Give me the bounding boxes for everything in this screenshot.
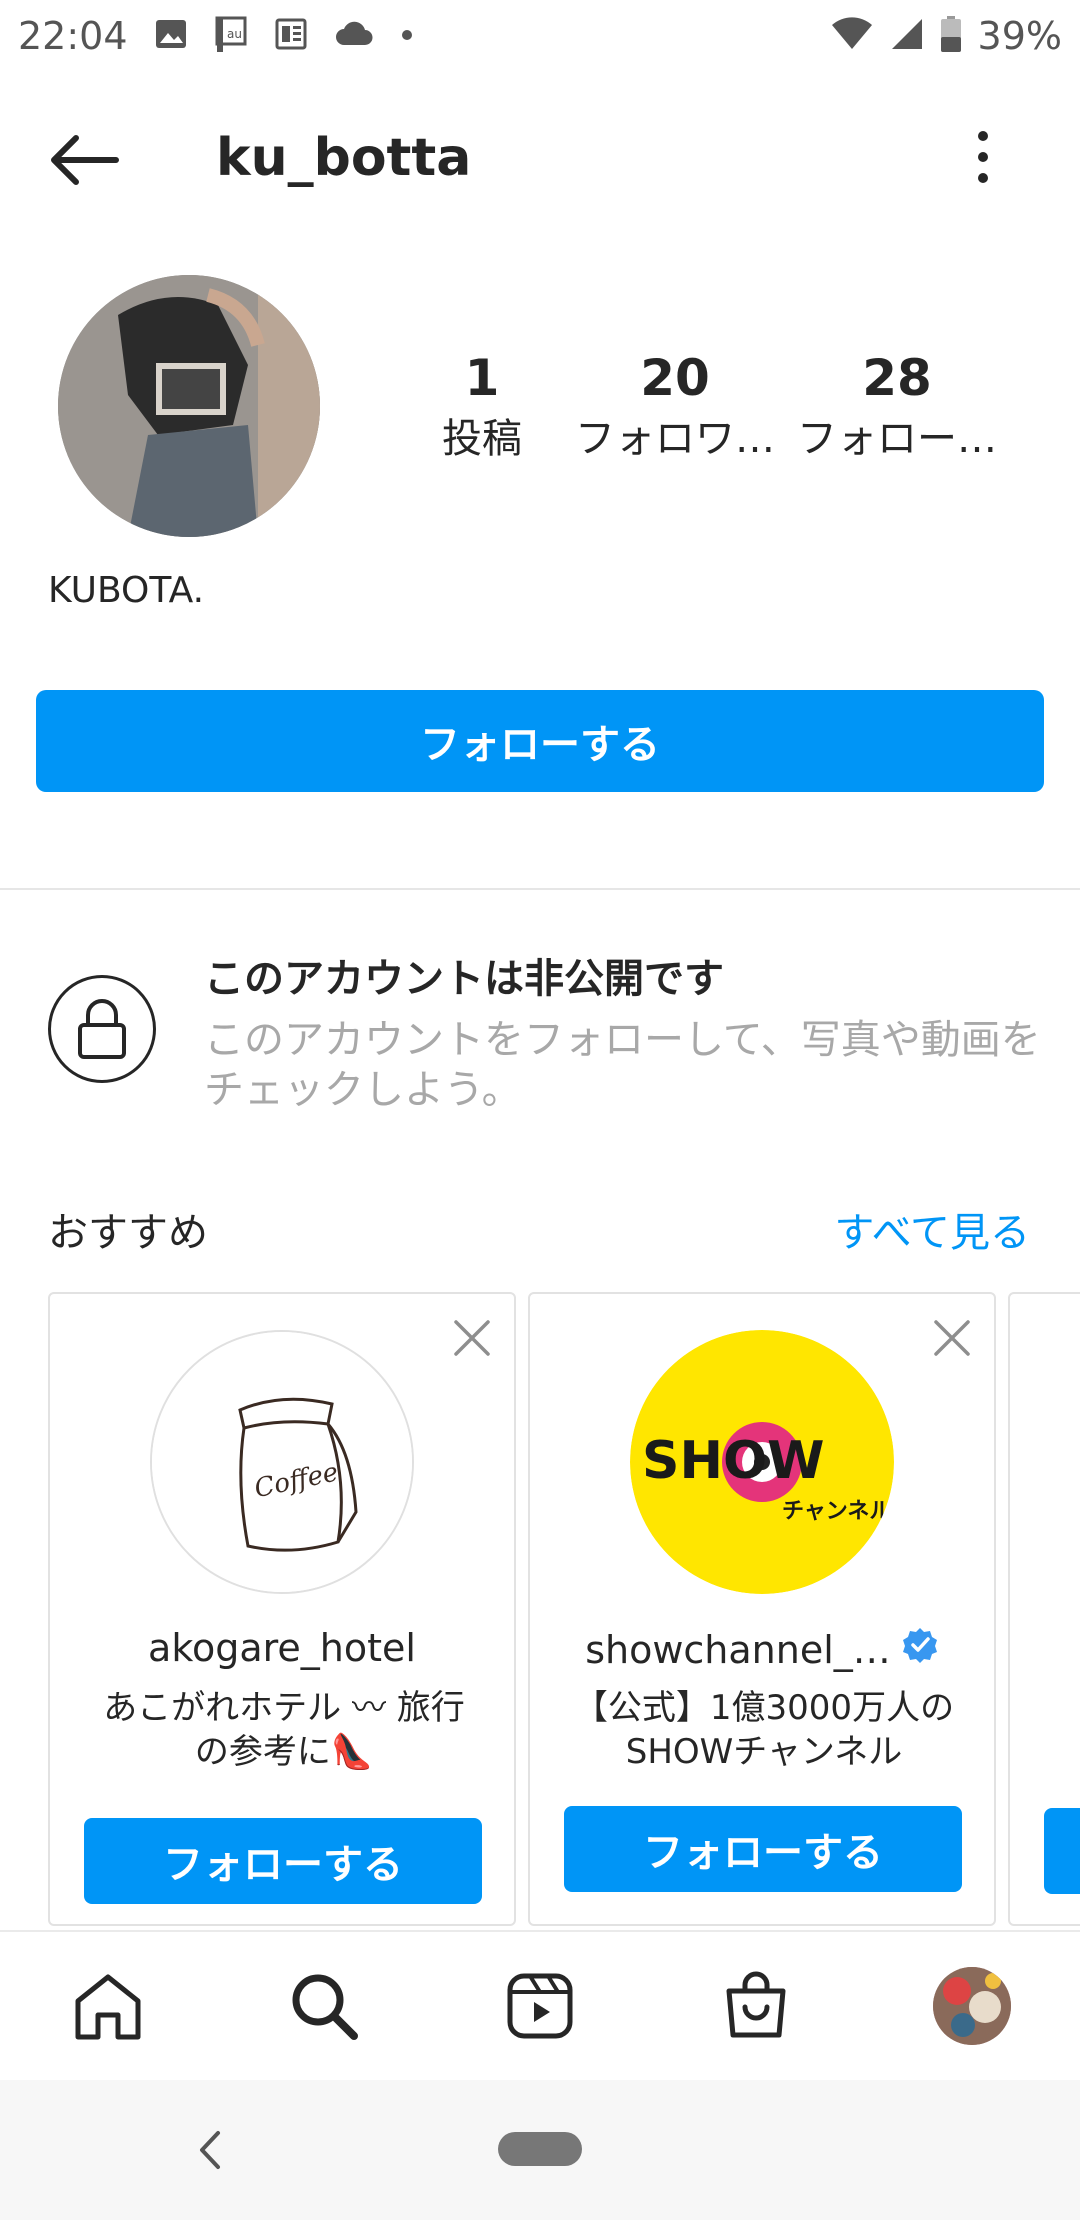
suggestion-follow-button[interactable]: フォローする xyxy=(84,1818,482,1904)
close-icon[interactable] xyxy=(932,1318,972,1358)
status-time: 22:04 xyxy=(18,14,128,58)
posts-count: 1 xyxy=(464,349,500,407)
suggestion-username-text: akogare_hotel xyxy=(148,1626,416,1670)
followers-count: 20 xyxy=(640,349,710,407)
suggestion-bio-line: SHOWチャンネル xyxy=(625,1732,903,1772)
battery-percent: 39% xyxy=(977,14,1062,58)
svg-text:au: au xyxy=(227,27,242,41)
profile-avatar[interactable] xyxy=(58,275,320,537)
suggestion-username[interactable]: akogare_hotel xyxy=(50,1626,514,1670)
show-logo-subtext: チャンネル xyxy=(782,1499,891,1524)
suggestion-bio: 【公式】1億3000万人の SHOWチャンネル xyxy=(554,1686,974,1774)
posts-label: 投稿 xyxy=(442,416,522,462)
system-back-icon[interactable] xyxy=(190,2125,230,2175)
signal-icon xyxy=(890,17,924,55)
profile-avatar-tab[interactable] xyxy=(927,1961,1017,2051)
posts-stat[interactable]: 1 投稿 xyxy=(400,345,564,467)
suggestion-avatar[interactable]: Coffee xyxy=(150,1330,414,1594)
suggestion-bio: あこがれホテル 〰 旅行 の参考に👠 xyxy=(74,1686,494,1774)
more-options-icon[interactable] xyxy=(955,120,1011,200)
search-icon[interactable] xyxy=(279,1961,369,2051)
display-name: KUBOTA. xyxy=(48,570,205,611)
see-all-link[interactable]: すべて見る xyxy=(834,1200,1030,1258)
suggestion-card-partial[interactable] xyxy=(1008,1292,1080,1926)
divider xyxy=(0,888,1080,890)
suggestion-bio-line: の参考に👠 xyxy=(194,1732,374,1772)
suggestion-follow-button[interactable]: フォローする xyxy=(564,1806,962,1892)
au-icon: au xyxy=(214,14,248,58)
profile-stats: 1 投稿 20 フォロワ… 28 フォロー… xyxy=(400,345,1060,467)
suggestion-bio-line: 【公式】1億3000万人の xyxy=(573,1688,955,1728)
close-icon[interactable] xyxy=(452,1318,492,1358)
status-bar: 22:04 au 39% xyxy=(0,0,1080,72)
system-home-pill[interactable] xyxy=(498,2132,582,2166)
profile-header: ku_botta xyxy=(0,100,1080,220)
suggestion-avatar[interactable]: SHOW チャンネル xyxy=(630,1330,894,1594)
nav-avatar xyxy=(933,1967,1011,2045)
suggestion-follow-button-partial[interactable] xyxy=(1044,1808,1080,1894)
home-icon[interactable] xyxy=(63,1961,153,2051)
suggestion-username-text: showchannel_… xyxy=(585,1627,891,1672)
private-account-description: このアカウントをフォローして、写真や動画をチェックしよう。 xyxy=(204,1017,1041,1113)
follow-button[interactable]: フォローする xyxy=(36,690,1044,792)
battery-icon xyxy=(940,15,962,57)
followers-stat[interactable]: 20 フォロワ… xyxy=(564,345,786,467)
private-account-title: このアカウントは非公開です xyxy=(204,956,724,1002)
news-icon xyxy=(274,17,308,55)
following-count: 28 xyxy=(862,349,932,407)
shop-icon[interactable] xyxy=(711,1961,801,2051)
lock-icon xyxy=(48,975,156,1083)
wifi-icon xyxy=(830,17,874,55)
image-icon xyxy=(154,17,188,55)
suggestion-card[interactable]: SHOW チャンネル showchannel_… 【公式】1億3000万人の S… xyxy=(528,1292,996,1926)
bottom-navigation xyxy=(0,1930,1080,2080)
suggestion-card[interactable]: Coffee akogare_hotel あこがれホテル 〰 旅行 の参考に👠 … xyxy=(48,1292,516,1926)
show-logo-text: SHOW xyxy=(642,1431,825,1491)
suggestion-username[interactable]: showchannel_… xyxy=(530,1626,994,1673)
suggestion-bio-line: あこがれホテル 〰 旅行 xyxy=(103,1688,465,1728)
cloud-icon xyxy=(334,19,374,53)
system-navigation-bar xyxy=(0,2080,1080,2220)
suggestions-title: おすすめ xyxy=(48,1210,208,1256)
verified-badge-icon xyxy=(901,1626,939,1673)
back-arrow-icon[interactable] xyxy=(44,128,124,192)
dot-icon xyxy=(400,27,414,46)
reels-icon[interactable] xyxy=(495,1961,585,2051)
following-stat[interactable]: 28 フォロー… xyxy=(786,345,1008,467)
followers-label: フォロワ… xyxy=(575,416,775,462)
following-label: フォロー… xyxy=(797,416,997,462)
page-title: ku_botta xyxy=(216,128,472,188)
